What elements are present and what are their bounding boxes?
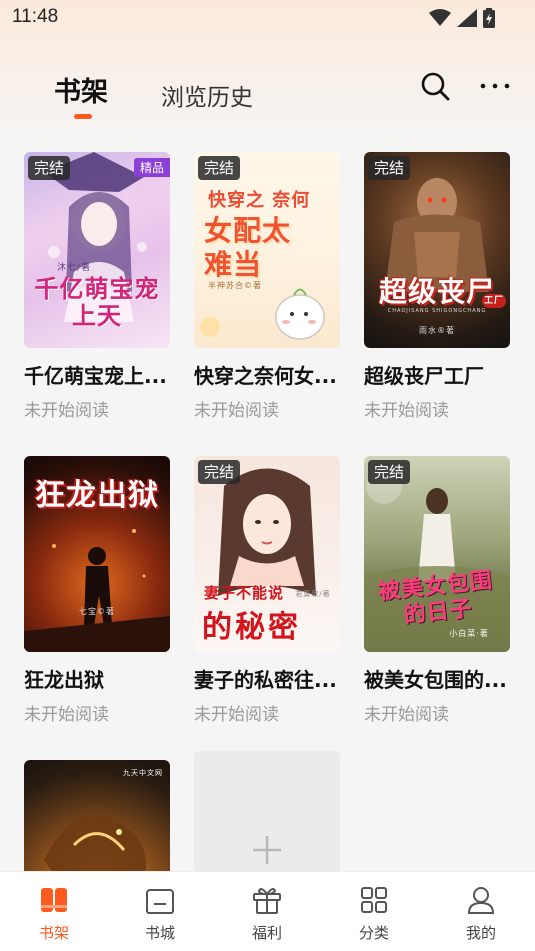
bottom-navigation: 书架 书城 福利 分类 我的 [0,871,535,951]
reading-status: 未开始阅读 [364,401,449,421]
book-title: 被美女包围的... [364,668,507,692]
reading-status: 未开始阅读 [364,705,449,725]
cover-author: 小白菜·著 [449,629,489,638]
cover-illustration [385,178,489,292]
book-item[interactable]: 九天中文网 [24,760,170,871]
book-item[interactable]: 狂龙出狱 七宝©著 狂龙出狱 未开始阅读 [24,456,170,726]
cover-title-art: 千亿萌宝宠上天 [34,275,160,330]
book-item[interactable]: 完结 精品 沐七/著 千亿萌宝宠上天 千亿萌宝宠上... 未开始阅读 [24,152,170,422]
nav-label: 福利 [251,924,282,942]
book-title: 狂龙出狱 [24,668,104,692]
cover-pinyin: CHAOJISANG SHIGONGCHANG [387,308,487,314]
book-title: 千亿萌宝宠上... [24,364,167,388]
nav-label: 我的 [465,924,496,942]
profile-icon [467,887,495,914]
cover-title-art: 的秘密 [202,610,301,645]
category-grid-icon [361,887,387,913]
nav-profile[interactable]: 我的 [441,884,521,943]
completed-badge: 完结 [28,156,71,180]
premium-tag: 精品 [133,158,170,177]
store-icon [146,889,174,914]
cover-title-art: 女配太难当 [204,214,292,281]
book-item[interactable]: 完结 超级丧尸 工厂 CHAOJISANG SHIGONGCHANG 雨水®著 … [364,152,510,422]
completed-badge: 完结 [198,460,241,484]
book-item[interactable]: 完结 妻子不能说 君莫歌/著 的秘密 妻子的私密往... 未开始阅读 [194,456,340,726]
nav-store[interactable]: 书城 [120,884,200,943]
plus-icon [253,836,281,864]
book-cover[interactable]: 狂龙出狱 七宝©著 [24,456,170,652]
reading-status: 未开始阅读 [24,705,109,725]
book-title: 快穿之奈何女... [194,364,337,388]
reading-status: 未开始阅读 [24,401,109,421]
nav-label: 书架 [38,924,69,942]
book-cover[interactable]: 九天中文网 [24,760,170,871]
nav-label: 书城 [144,924,175,942]
book-item[interactable]: 完结 被美女包围的日子 小白菜·著 被美女包围的... 未开始阅读 [364,456,510,726]
reading-status: 未开始阅读 [194,401,279,421]
nav-category[interactable]: 分类 [334,884,414,943]
bookshelf-grid: 完结 精品 沐七/著 千亿萌宝宠上天 千亿萌宝宠上... 未开始阅读 完结 快穿… [0,0,535,947]
book-cover[interactable]: 完结 精品 沐七/著 千亿萌宝宠上天 [24,152,170,348]
cover-title-art: 狂龙出狱 [35,478,159,513]
cover-author: 雨水®著 [419,326,455,335]
book-item[interactable]: 完结 快穿之 奈何 女配太难当 半神苏合©著 快穿之奈何女... 未开始阅读 [194,152,340,422]
cover-author: 七宝©著 [79,607,115,616]
cover-subtitle-art: 工厂 [482,294,506,308]
book-cover[interactable]: 完结 快穿之 奈何 女配太难当 半神苏合©著 [194,152,340,348]
book-title: 超级丧尸工厂 [364,364,484,388]
nav-label: 分类 [358,924,389,942]
book-cover[interactable]: 完结 超级丧尸 工厂 CHAOJISANG SHIGONGCHANG 雨水®著 [364,152,510,348]
book-cover[interactable]: 完结 妻子不能说 君莫歌/著 的秘密 [194,456,340,652]
nav-bookshelf[interactable]: 书架 [14,884,94,943]
completed-badge: 完结 [368,156,411,180]
completed-badge: 完结 [198,156,241,180]
cover-author: 君莫歌/著 [295,590,331,598]
cover-subtitle-art: 快穿之 奈何 [208,190,311,211]
completed-badge: 完结 [368,460,411,484]
book-title: 妻子的私密往... [194,668,337,692]
bookshelf-icon [41,888,67,912]
gift-icon [253,888,281,914]
cover-author: 沐七/著 [56,263,92,273]
cover-publisher: 九天中文网 [123,769,163,777]
book-cover[interactable]: 完结 被美女包围的日子 小白菜·著 [364,456,510,652]
cover-author: 半神苏合©著 [208,281,262,290]
reading-status: 未开始阅读 [194,705,279,725]
nav-welfare[interactable]: 福利 [227,884,307,943]
